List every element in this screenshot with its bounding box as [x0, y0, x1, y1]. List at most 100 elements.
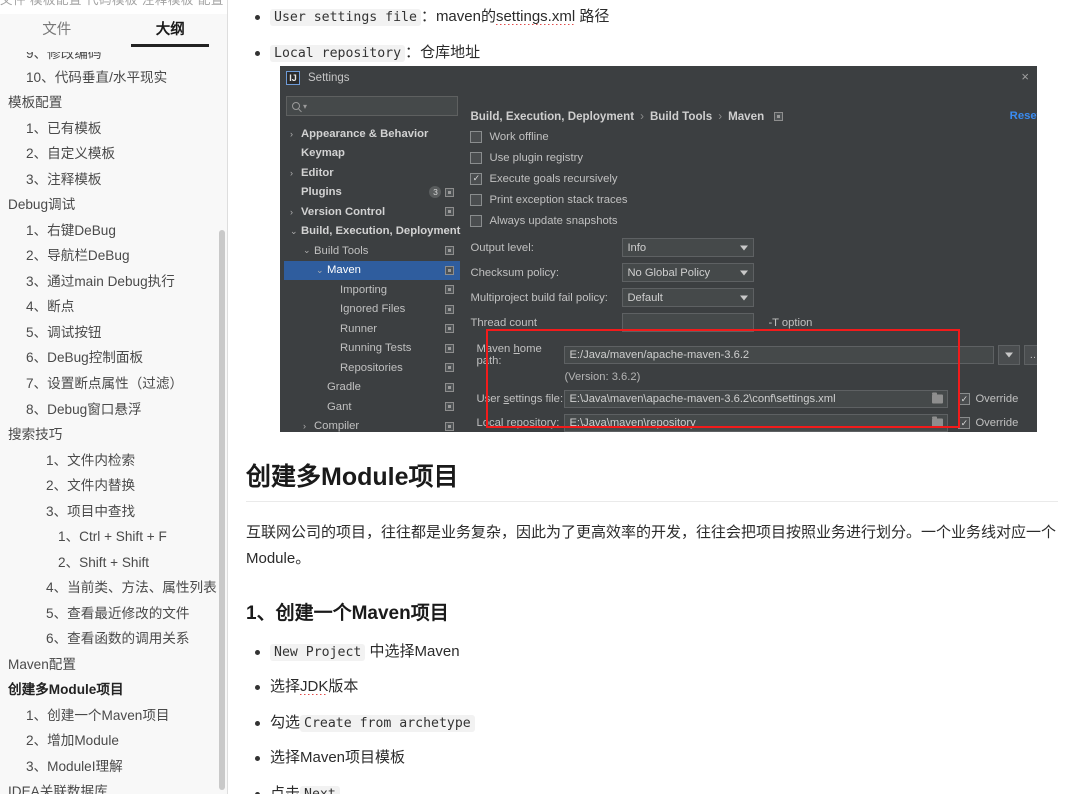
user-settings-override[interactable]: Override [958, 393, 1018, 405]
maven-checkbox-group: Work offline Use plugin registry Execute g… [470, 126, 1037, 231]
breadcrumb-expand-icon[interactable] [774, 111, 784, 121]
settings-tree-item[interactable]: ⌄ Build Tools [284, 241, 460, 261]
settings-tree-item[interactable]: Plugins 3 [284, 183, 460, 203]
user-settings-file-input[interactable]: E:\Java\maven\apache-maven-3.6.2\conf\se… [564, 390, 949, 408]
tab-outline[interactable]: 大纲 [114, 18, 228, 47]
outline-item[interactable]: 5、调试按钮 [0, 320, 227, 346]
outline-item[interactable]: 2、导航栏DeBug [0, 244, 227, 270]
maven-checkbox-row[interactable]: Work offline [470, 126, 1037, 147]
settings-search-input[interactable]: ▾ [286, 96, 459, 116]
outline-item[interactable]: 4、断点 [0, 295, 227, 321]
page-title-create-multi-module: 创建多Module项目 [246, 457, 1058, 502]
steps-list: New Project 中选择Maven 选择JDK版本 勾选 Create fr… [246, 641, 1058, 794]
maven-checkbox-row[interactable]: Execute goals recursively [470, 168, 1037, 189]
outline-item[interactable]: 2、Shift + Shift [0, 550, 227, 576]
maven-home-dropdown-button[interactable] [998, 345, 1021, 365]
sidebar-tabs: 文件 大纲 [0, 14, 227, 50]
settings-tree-item[interactable]: Ignored Files [284, 300, 460, 320]
maven-checkbox-row[interactable]: Use plugin registry [470, 147, 1037, 168]
outline-item[interactable]: 1、创建一个Maven项目 [0, 703, 227, 729]
outline-item-label: 2、增加Module [26, 733, 119, 749]
settings-tree-item[interactable]: › Compiler [284, 417, 460, 432]
maven-home-browse-button[interactable]: … [1024, 345, 1037, 365]
outline-item[interactable]: 3、项目中查找 [0, 499, 227, 525]
maven-combo-label: Checksum policy: [470, 266, 559, 279]
settings-marker-icon [445, 285, 455, 295]
outline-item[interactable]: 搜索技巧 [0, 422, 227, 448]
settings-tree-item[interactable]: › Appearance & Behavior [284, 124, 460, 144]
outline-item[interactable]: 10、代码垂直/水平现实 [0, 65, 227, 91]
outline-item[interactable]: Maven配置 [0, 652, 227, 678]
close-icon[interactable]: × [1021, 70, 1029, 84]
breadcrumb-2[interactable]: Maven [728, 110, 764, 123]
user-settings-override-checkbox[interactable] [958, 393, 971, 405]
intellij-logo-icon: IJ [286, 71, 300, 85]
outline-item[interactable]: 2、文件内替换 [0, 474, 227, 500]
local-repository-override-checkbox[interactable] [958, 417, 971, 429]
maven-home-path-input[interactable]: E:/Java/maven/apache-maven-3.6.2 [564, 346, 995, 364]
chevron-right-icon: › [303, 421, 306, 432]
tab-files[interactable]: 文件 [0, 18, 114, 47]
outline-item[interactable]: 3、注释模板 [0, 167, 227, 193]
settings-tree-item[interactable]: Gant [284, 397, 460, 417]
reset-link[interactable]: Reset [1010, 110, 1037, 122]
outline-item[interactable]: 3、通过main Debug执行 [0, 269, 227, 295]
local-repository-override-label: Override [975, 417, 1019, 429]
outline-item[interactable]: 创建多Module项目 [0, 678, 227, 704]
maven-combo-select[interactable]: No Global Policy [622, 263, 755, 282]
checkbox-icon[interactable] [470, 214, 483, 227]
step-0-text: 中选择Maven [365, 642, 460, 660]
outline-item[interactable]: 模板配置 [0, 91, 227, 117]
maven-checkbox-row[interactable]: Always update snapshots [470, 210, 1037, 231]
settings-tree-item[interactable]: Runner [284, 319, 460, 339]
outline-item[interactable]: 1、文件内检索 [0, 448, 227, 474]
settings-tree-item[interactable]: › Version Control [284, 202, 460, 222]
outline-item[interactable]: 1、已有模板 [0, 116, 227, 142]
checkbox-icon[interactable] [470, 130, 483, 143]
outline-item[interactable]: 9、修改编码 [0, 52, 227, 65]
outline-item[interactable]: 2、自定义模板 [0, 142, 227, 168]
local-repository-input[interactable]: E:\Java\maven\repository [564, 414, 949, 432]
plugin-update-badge: 3 [429, 186, 442, 199]
breadcrumb-1[interactable]: Build Tools [650, 110, 712, 123]
folder-icon[interactable] [932, 416, 944, 428]
outline-item[interactable]: IDEA关联数据库 [0, 780, 227, 794]
search-icon [292, 102, 300, 110]
maven-combo-row: Multiproject build fail policy: Default [470, 285, 1037, 310]
settings-tree-item[interactable]: Importing [284, 280, 460, 300]
outline-item[interactable]: 4、当前类、方法、属性列表 [0, 576, 227, 602]
outline-item[interactable]: 3、ModuleI理解 [0, 754, 227, 780]
step-2-lead: 勾选 [270, 713, 301, 731]
sidebar-scrollbar[interactable] [219, 230, 225, 790]
maven-checkbox-row[interactable]: Print exception stack traces [470, 189, 1037, 210]
breadcrumb-0[interactable]: Build, Execution, Deployment [470, 110, 634, 123]
outline-item[interactable]: 7、设置断点属性（过滤） [0, 371, 227, 397]
settings-tree-item[interactable]: ⌄ Build, Execution, Deployment [284, 222, 460, 242]
settings-marker-icon [445, 343, 455, 353]
outline-item[interactable]: 6、DeBug控制面板 [0, 346, 227, 372]
outline-item[interactable]: 6、查看函数的调用关系 [0, 627, 227, 653]
settings-tree-item[interactable]: Keymap [284, 144, 460, 164]
settings-tree-item-label: Ignored Files [340, 303, 406, 316]
code-create-from-archetype: Create from archetype [300, 714, 475, 732]
checkbox-icon[interactable] [470, 193, 483, 206]
outline-item[interactable]: Debug调试 [0, 193, 227, 219]
outline-item[interactable]: 1、Ctrl + Shift + F [0, 525, 227, 551]
settings-marker-icon [445, 246, 455, 256]
settings-tree-item[interactable]: › Editor [284, 163, 460, 183]
outline-item[interactable]: 8、Debug窗口悬浮 [0, 397, 227, 423]
maven-combo-select[interactable]: Default [622, 288, 755, 307]
checkbox-icon[interactable] [470, 151, 483, 164]
outline-item[interactable]: 1、右键DeBug [0, 218, 227, 244]
outline-item[interactable]: 5、查看最近修改的文件 [0, 601, 227, 627]
outline-item[interactable]: 2、增加Module [0, 729, 227, 755]
checkbox-icon[interactable] [470, 172, 483, 185]
folder-icon[interactable] [932, 392, 944, 404]
maven-combo-select[interactable]: Info [622, 238, 755, 257]
settings-tree-item[interactable]: Running Tests [284, 339, 460, 359]
thread-count-input[interactable] [622, 313, 755, 332]
settings-tree-item[interactable]: Gradle [284, 378, 460, 398]
settings-tree-item[interactable]: ⌄ Maven [284, 260, 461, 280]
local-repository-override[interactable]: Override [958, 417, 1018, 429]
settings-tree-item[interactable]: Repositories [284, 358, 460, 378]
